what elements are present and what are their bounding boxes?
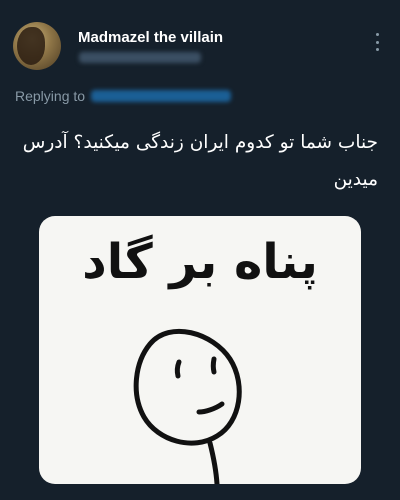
author-handle-blurred — [79, 52, 201, 63]
mouth — [196, 401, 225, 415]
dot — [375, 48, 379, 51]
tweet-media[interactable]: پناه بر گاد — [39, 216, 361, 484]
neck-line — [207, 440, 220, 484]
tweet[interactable]: Madmazel the villain Replying to جناب شم… — [0, 0, 400, 500]
stick-figure-face-icon — [133, 328, 242, 484]
face-outline — [133, 328, 242, 446]
avatar-hair — [17, 27, 45, 65]
replying-to: Replying to — [15, 88, 232, 104]
more-vertical-icon[interactable] — [370, 33, 384, 51]
right-eye — [210, 356, 217, 375]
replying-label: Replying to — [15, 88, 86, 104]
reply-handle-blurred[interactable] — [91, 90, 232, 102]
author-name[interactable]: Madmazel the villain — [78, 29, 223, 46]
dot — [375, 33, 379, 36]
avatar[interactable] — [13, 22, 61, 70]
tweet-text: جناب شما تو کدوم ایران زندگی میکنید؟ آدر… — [22, 132, 378, 190]
dot — [375, 40, 379, 44]
left-eye — [174, 359, 182, 379]
